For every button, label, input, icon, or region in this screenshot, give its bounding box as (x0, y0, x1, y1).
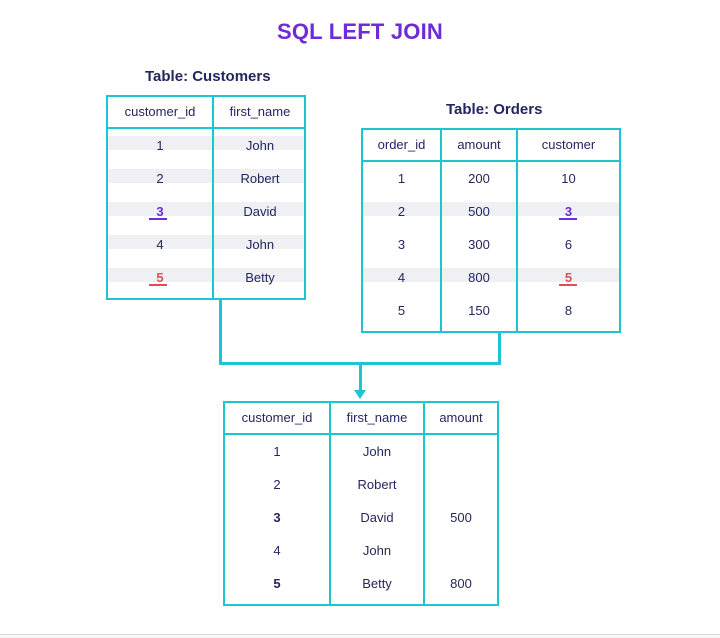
arrow-down-icon (354, 390, 366, 399)
column-divider (329, 403, 331, 604)
table-cell: Betty (245, 270, 275, 285)
diagram-title: SQL LEFT JOIN (277, 19, 443, 44)
column-header: customer_id (241, 410, 313, 425)
highlighted-key-cell: 3 (156, 204, 164, 219)
customers-header-row: customer_id first_name (108, 97, 304, 129)
column-divider (440, 130, 442, 331)
table-cell: 1 (156, 138, 164, 153)
table-cell: 3 (397, 237, 406, 252)
key-underline (149, 218, 167, 220)
column-header: customer_id (124, 104, 196, 119)
table-cell: 2 (397, 204, 406, 219)
table-cell: 10 (561, 171, 576, 186)
table-cell: 8 (564, 303, 573, 318)
table-cell: 500 (468, 204, 490, 219)
key-underline (559, 218, 577, 220)
table-cell: Robert (357, 477, 397, 492)
table-cell: 6 (564, 237, 573, 252)
column-divider (212, 97, 214, 298)
table-cell: 1 (397, 171, 406, 186)
orders-caption: Table: Orders (446, 101, 543, 118)
column-header: customer (541, 137, 596, 152)
connector-line (359, 362, 362, 391)
bottom-divider (0, 634, 720, 635)
connector-line (219, 300, 222, 365)
table-cell: 3 (273, 510, 281, 525)
table-cell: 2 (156, 171, 164, 186)
column-header: amount (439, 410, 483, 425)
result-table: customer_id first_name amount 1 John 2 R… (223, 401, 499, 606)
table-cell: 4 (397, 270, 406, 285)
column-header: first_name (229, 104, 291, 119)
highlighted-key-cell: 3 (564, 204, 573, 219)
table-cell: David (243, 204, 277, 219)
table-cell: 2 (273, 477, 281, 492)
table-cell: Robert (240, 171, 280, 186)
table-cell: 800 (468, 270, 490, 285)
orders-table: order_id amount customer 1 200 10 2 500 … (361, 128, 621, 333)
table-cell: 5 (397, 303, 406, 318)
table-cell: John (362, 444, 392, 459)
orders-header-row: order_id amount customer (363, 130, 619, 162)
key-underline (149, 284, 167, 286)
column-header: order_id (377, 137, 426, 152)
table-cell: 200 (468, 171, 490, 186)
table-cell: 4 (156, 237, 164, 252)
table-cell: John (245, 138, 275, 153)
table-cell: 800 (450, 576, 472, 591)
result-header-row: customer_id first_name amount (225, 403, 497, 435)
customers-table: customer_id first_name 1 John 2 Robert 3… (106, 95, 306, 300)
table-cell: John (245, 237, 275, 252)
table-cell: 500 (450, 510, 472, 525)
highlighted-key-cell: 5 (564, 270, 573, 285)
column-header: amount (457, 137, 501, 152)
connector-line (498, 333, 501, 365)
table-cell: David (360, 510, 394, 525)
highlighted-key-cell: 5 (156, 270, 164, 285)
table-cell: 4 (273, 543, 281, 558)
table-cell: 1 (273, 444, 281, 459)
customers-caption: Table: Customers (145, 68, 271, 85)
table-cell: John (362, 543, 392, 558)
key-underline (559, 284, 577, 286)
column-divider (423, 403, 425, 604)
table-cell: 150 (468, 303, 490, 318)
column-header: first_name (346, 410, 408, 425)
table-cell: 300 (468, 237, 490, 252)
table-cell: Betty (362, 576, 392, 591)
column-divider (516, 130, 518, 331)
table-cell: 5 (273, 576, 281, 591)
